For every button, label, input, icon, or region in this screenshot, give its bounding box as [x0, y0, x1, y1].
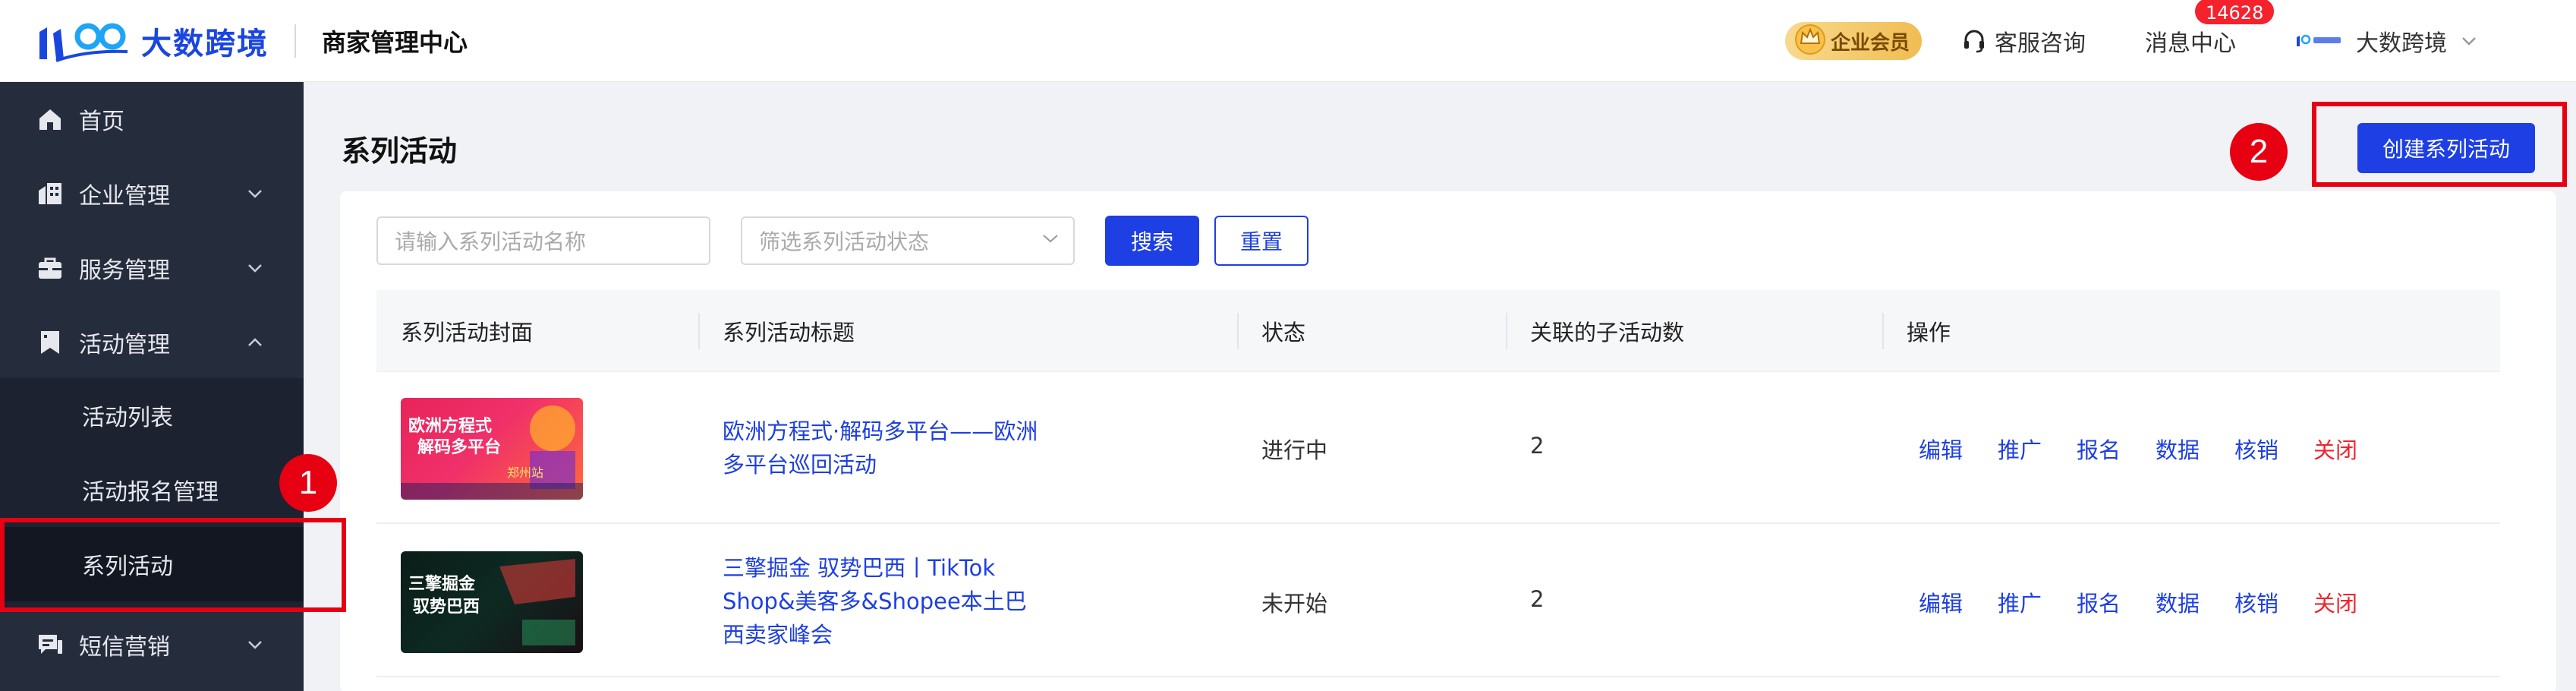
- header-divider: [294, 24, 296, 58]
- title-line: 西卖家峰会: [723, 622, 833, 648]
- row-status: 进行中: [1261, 437, 1328, 463]
- user-avatar-logo: [2297, 34, 2341, 46]
- messages-link[interactable]: 消息中心 14628: [2145, 0, 2276, 58]
- search-input[interactable]: 请输入系列活动名称: [376, 216, 710, 265]
- annotation-number-badge: 2: [2230, 123, 2288, 181]
- title-line: 欧洲方程式·解码多平台——欧洲: [723, 418, 1038, 444]
- title-line: 多平台巡回活动: [723, 452, 877, 478]
- promote-link[interactable]: 推广: [1998, 586, 2042, 618]
- cover-graphic: 三擎掘金 驭势巴西: [408, 559, 575, 645]
- vip-badge[interactable]: 企业会员: [1784, 22, 1922, 60]
- close-link[interactable]: 关闭: [2313, 586, 2357, 618]
- sms-icon: [39, 635, 62, 654]
- column-divider: [698, 313, 700, 349]
- bookmark-icon: [41, 331, 59, 354]
- row-title-link[interactable]: 欧洲方程式·解码多平台——欧洲 多平台巡回活动: [723, 415, 1041, 481]
- chevron-down-icon: [1043, 235, 1058, 243]
- support-link[interactable]: 客服咨询: [1961, 24, 2086, 58]
- column-divider: [1506, 313, 1507, 349]
- verify-link[interactable]: 核销: [2234, 433, 2278, 465]
- cover-graphic: 欧洲方程式 解码多平台 郑州站: [401, 405, 583, 500]
- cover-text-line: 欧洲方程式: [408, 416, 492, 436]
- cover-text-line: 三擎掘金: [408, 574, 476, 594]
- headset-icon: [1964, 30, 1984, 53]
- home-icon: [39, 109, 61, 130]
- support-label: 客服咨询: [1995, 30, 2086, 57]
- title-line: Shop&美客多&Shopee本土巴: [723, 588, 1027, 614]
- row-status: 未开始: [1261, 591, 1328, 617]
- sidebar-item-label: 活动管理: [79, 332, 170, 358]
- verify-link[interactable]: 核销: [2234, 586, 2278, 618]
- header-title: 商家管理中心: [322, 27, 468, 57]
- close-link[interactable]: 关闭: [2313, 433, 2357, 465]
- user-menu[interactable]: 大数跨境: [2295, 24, 2477, 58]
- chevron-down-icon: [248, 641, 262, 649]
- chevron-down-icon: [248, 190, 262, 198]
- registration-link[interactable]: 报名: [2077, 586, 2121, 618]
- sidebar-item-sms[interactable]: 短信营销: [0, 607, 304, 682]
- chevron-up-icon: [248, 338, 262, 346]
- brand-name: 大数跨境: [141, 26, 269, 62]
- sidebar-item-enterprise[interactable]: 企业管理: [0, 156, 304, 231]
- sidebar-item-label: 短信营销: [79, 634, 170, 661]
- crown-icon: [1794, 24, 1825, 55]
- sidebar-subitem-label: 活动列表: [82, 405, 173, 431]
- cover-text-line: 郑州站: [507, 465, 543, 480]
- sidebar-subitem-activity-list[interactable]: 活动列表: [0, 378, 304, 453]
- column-header-status: 状态: [1261, 320, 1306, 346]
- row-title-link[interactable]: 三擎掘金 驭势巴西丨TikTok Shop&美客多&Shopee本土巴 西卖家峰…: [723, 551, 1041, 652]
- edit-link[interactable]: 编辑: [1919, 433, 1963, 465]
- promote-link[interactable]: 推广: [1998, 433, 2042, 465]
- sidebar-item-label: 服务管理: [79, 257, 170, 284]
- data-link[interactable]: 数据: [2156, 433, 2200, 465]
- sidebar-item-label: 首页: [79, 109, 124, 135]
- column-header-sub-count: 关联的子活动数: [1530, 320, 1685, 346]
- sidebar-subitem-registration[interactable]: 活动报名管理: [0, 453, 304, 527]
- row-cover-image[interactable]: 三擎掘金 驭势巴西: [401, 551, 583, 653]
- column-divider: [1882, 313, 1884, 349]
- sidebar-item-home[interactable]: 首页: [0, 82, 304, 156]
- vip-label: 企业会员: [1830, 31, 1910, 55]
- row-sub-count: 2: [1530, 433, 1545, 459]
- row-sub-count: 2: [1530, 586, 1545, 612]
- edit-link[interactable]: 编辑: [1919, 586, 1963, 618]
- brand-logo[interactable]: 大数跨境: [33, 17, 269, 65]
- briefcase-icon: [39, 257, 61, 279]
- annotation-highlight-box: [0, 518, 346, 612]
- messages-label: 消息中心: [2145, 30, 2236, 57]
- sidebar-subitem-label: 活动报名管理: [82, 479, 219, 506]
- message-count-badge: 14628: [2193, 0, 2276, 26]
- sidebar-item-label: 企业管理: [79, 183, 170, 210]
- table-header: 系列活动封面 系列活动标题 状态 关联的子活动数 操作: [376, 290, 2500, 372]
- column-header-title: 系列活动标题: [723, 320, 855, 346]
- data-link[interactable]: 数据: [2156, 586, 2200, 618]
- reset-button[interactable]: 重置: [1214, 216, 1308, 266]
- status-select-placeholder: 筛选系列活动状态: [759, 229, 930, 254]
- column-header-actions: 操作: [1907, 320, 1951, 346]
- row-cover-image[interactable]: 欧洲方程式 解码多平台 郑州站: [401, 398, 583, 500]
- annotation-number-badge: 1: [279, 454, 337, 512]
- registration-link[interactable]: 报名: [2077, 433, 2121, 465]
- cover-text-line: 解码多平台: [417, 437, 501, 457]
- sidebar-item-activity[interactable]: 活动管理: [0, 305, 304, 380]
- top-header: 大数跨境 商家管理中心 企业会员 客服咨询 消息中心 14628 大数跨境: [0, 0, 2576, 82]
- table-row: 欧洲方程式 解码多平台 郑州站 欧洲方程式·解码多平台——欧洲 多平台巡回活动 …: [376, 372, 2500, 524]
- annotation-highlight-box: [2312, 102, 2567, 187]
- title-line: 三擎掘金 驭势巴西丨TikTok: [723, 555, 996, 581]
- page-title: 系列活动: [342, 134, 458, 168]
- column-header-cover: 系列活动封面: [401, 320, 534, 346]
- chevron-down-icon: [2462, 37, 2476, 46]
- table-row: 三擎掘金 驭势巴西 三擎掘金 驭势巴西丨TikTok Shop&美客多&Shop…: [376, 525, 2500, 677]
- column-divider: [1237, 313, 1239, 349]
- search-button[interactable]: 搜索: [1105, 216, 1199, 266]
- user-name: 大数跨境: [2356, 30, 2447, 57]
- logo-icon: [39, 23, 128, 62]
- chevron-down-icon: [248, 264, 262, 273]
- status-select[interactable]: 筛选系列活动状态: [741, 216, 1075, 265]
- sidebar-item-service[interactable]: 服务管理: [0, 231, 304, 305]
- cover-text-line: 驭势巴西: [413, 597, 480, 617]
- building-icon: [39, 183, 61, 204]
